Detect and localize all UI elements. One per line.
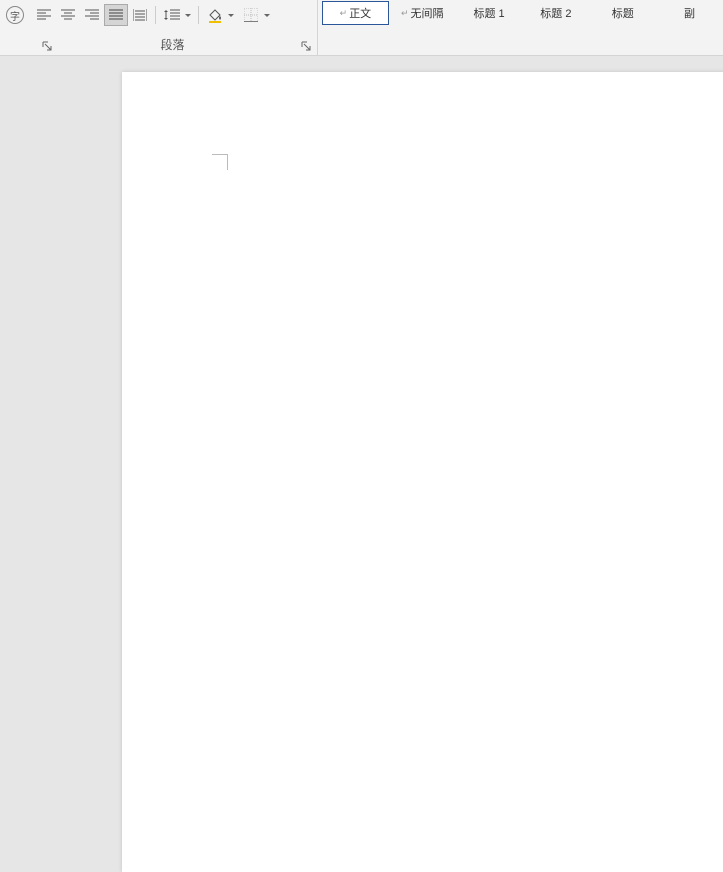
align-right-icon: [85, 9, 99, 21]
style-label: 标题 1: [473, 5, 504, 21]
font-dialog-launcher[interactable]: [42, 40, 54, 52]
line-spacing-button[interactable]: [159, 4, 195, 26]
paragraph-mark-icon: ↵: [401, 8, 409, 19]
borders-button[interactable]: [238, 4, 274, 26]
align-center-icon: [61, 9, 75, 21]
line-spacing-icon: [164, 8, 180, 22]
style-item-2[interactable]: 标题 1: [456, 1, 523, 25]
align-justify-icon: [109, 9, 123, 21]
style-item-4[interactable]: 标题: [589, 1, 656, 25]
style-item-0[interactable]: ↵正文: [322, 1, 389, 25]
separator: [155, 6, 156, 24]
document-page[interactable]: [122, 72, 723, 872]
style-label: 标题 2: [540, 5, 571, 21]
paragraph-mark-icon: ↵: [340, 8, 348, 19]
paint-bucket-icon: [207, 7, 223, 23]
paragraph-group: 段落: [28, 0, 318, 55]
separator: [198, 6, 199, 24]
style-item-3[interactable]: 标题 2: [522, 1, 589, 25]
align-center-button[interactable]: [56, 4, 80, 26]
font-group-launcher[interactable]: 字: [6, 6, 24, 24]
chevron-down-icon: [262, 14, 272, 17]
chevron-down-icon: [226, 14, 236, 17]
style-label: 正文: [349, 5, 371, 21]
paragraph-dialog-launcher[interactable]: [301, 40, 313, 52]
margin-corner-mark: [212, 154, 228, 170]
font-launcher-label: 字: [10, 8, 20, 23]
ribbon: 字: [0, 0, 723, 56]
chevron-down-icon: [183, 14, 193, 17]
style-label: 副: [684, 5, 695, 21]
align-justify-button[interactable]: [104, 4, 128, 26]
borders-icon: [244, 8, 258, 22]
align-left-icon: [37, 9, 51, 21]
styles-gallery: ↵正文↵无间隔标题 1标题 2标题副: [318, 0, 723, 55]
align-distributed-button[interactable]: [128, 4, 152, 26]
dialog-launcher-icon: [301, 41, 311, 51]
document-area[interactable]: [0, 56, 723, 698]
align-left-button[interactable]: [32, 4, 56, 26]
align-distributed-icon: [133, 9, 147, 21]
style-item-5[interactable]: 副: [656, 1, 723, 25]
paragraph-group-label: 段落: [28, 36, 317, 53]
align-right-button[interactable]: [80, 4, 104, 26]
style-item-1[interactable]: ↵无间隔: [389, 1, 456, 25]
shading-button[interactable]: [202, 4, 238, 26]
style-label: 无间隔: [411, 5, 444, 21]
style-label: 标题: [612, 5, 634, 21]
dialog-launcher-icon: [42, 41, 52, 51]
